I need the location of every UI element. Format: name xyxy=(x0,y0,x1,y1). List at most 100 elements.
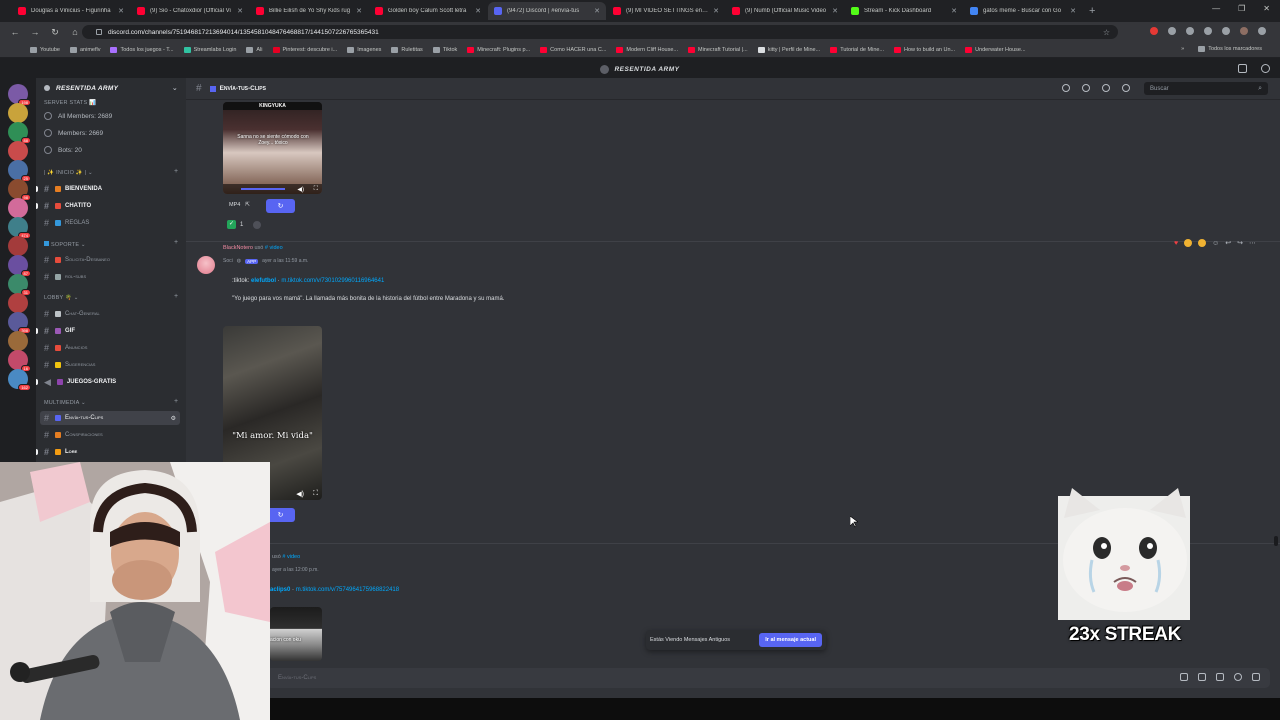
server-icon[interactable]: 162 xyxy=(8,369,31,391)
all-bookmarks-folder[interactable]: Todos los marcadores xyxy=(1198,46,1262,52)
refresh-button[interactable]: ↻ xyxy=(266,199,295,213)
more-options-icon[interactable]: ⋯ xyxy=(1249,239,1256,247)
address-bar[interactable]: discord.com/channels/751946817213694014/… xyxy=(82,25,1118,39)
tiktok-user-link[interactable]: aclips0 xyxy=(270,587,290,593)
bookmark-item[interactable]: Minecraft Tutorial |... xyxy=(687,46,748,53)
category-lobby[interactable]: LOBBY 🌴 ⌄ + xyxy=(44,293,178,301)
stat-members[interactable]: Members: 2669 xyxy=(44,129,103,137)
browser-tab[interactable]: (9) Numb (Official Music Video ✕ xyxy=(726,2,844,20)
opera-extension-icon[interactable] xyxy=(1150,27,1158,35)
bookmark-item[interactable]: Como HACER una C... xyxy=(540,46,606,53)
bookmark-item[interactable]: Ali xyxy=(246,46,263,53)
notification-bell-icon[interactable] xyxy=(1082,84,1090,92)
refresh-button[interactable]: ↻ xyxy=(266,508,295,522)
bookmark-item[interactable]: Imagenes xyxy=(347,46,381,53)
bookmark-item[interactable]: Streamlabs Login xyxy=(183,46,236,53)
browser-tab[interactable]: Douglas a Vinicius - Figurinha ✕ xyxy=(12,2,130,20)
server-header[interactable]: RESENTIDA ARMY ⌄ xyxy=(36,78,186,98)
channel-chatito[interactable]: # CHATITO xyxy=(40,199,180,213)
bookmark-item[interactable]: Todos los juegos - T... xyxy=(110,46,174,53)
author-avatar[interactable] xyxy=(197,256,215,274)
server-icon[interactable] xyxy=(8,236,28,256)
browser-tab[interactable]: Stream - Kick Dashboard ✕ xyxy=(845,2,963,20)
server-icon[interactable] xyxy=(8,103,28,123)
server-icon[interactable]: 16 xyxy=(8,350,31,372)
browser-tab[interactable]: (9) MI VIDEO SETTINGS en CS ✕ xyxy=(607,2,725,20)
forward-icon[interactable]: → xyxy=(30,27,40,37)
channel-solicita-desbaneo[interactable]: # Solicita-Desbaneo xyxy=(40,253,180,267)
gif-icon[interactable] xyxy=(1198,673,1206,681)
bookmark-item[interactable]: Modern Cliff House... xyxy=(616,46,678,53)
browser-tab[interactable]: Golden boy Calum Scott letra ✕ xyxy=(369,2,487,20)
bookmark-star-icon[interactable]: ☆ xyxy=(1103,28,1110,37)
search-input[interactable]: Buscar ⌕ xyxy=(1144,82,1268,95)
channel-bienvenida[interactable]: # BIENVENIDA xyxy=(40,182,180,196)
command-reply-line[interactable]: usó # video xyxy=(272,554,300,560)
close-tab-icon[interactable]: ✕ xyxy=(475,7,481,15)
home-icon[interactable]: ⌂ xyxy=(70,27,80,37)
emoji-reaction-icon[interactable] xyxy=(1198,239,1207,247)
bookmark-item[interactable]: Youtube xyxy=(30,46,60,53)
close-window-icon[interactable]: ✕ xyxy=(1263,4,1270,13)
channel-lore[interactable]: # Lore xyxy=(40,445,180,459)
add-channel-icon[interactable]: + xyxy=(174,398,178,405)
extension-icon[interactable] xyxy=(1168,27,1176,35)
member-list-icon[interactable] xyxy=(1122,84,1130,92)
server-icon[interactable]: 474 xyxy=(8,217,31,239)
jump-to-present-button[interactable]: Ir al mensaje actual xyxy=(759,633,822,647)
close-tab-icon[interactable]: ✕ xyxy=(1070,7,1076,15)
add-channel-icon[interactable]: + xyxy=(174,239,178,246)
server-icon[interactable]: 87 xyxy=(8,255,31,277)
server-icon[interactable] xyxy=(8,141,28,161)
profile-avatar[interactable] xyxy=(1240,27,1248,35)
mp4-open-button[interactable]: MP4 ⇱ xyxy=(229,202,250,208)
bookmark-item[interactable]: How to build an Un... xyxy=(894,46,955,53)
browser-tab[interactable]: Billie Eilish de Yo Shy Kids rug ✕ xyxy=(250,2,368,20)
reload-icon[interactable]: ↻ xyxy=(50,27,60,38)
channel-envia-tus-clips[interactable]: # Envía-tus-Clips ⚙ xyxy=(40,411,180,425)
bookmark-item[interactable]: Minecraft: Plugins p... xyxy=(467,46,530,53)
stat-bots[interactable]: Bots: 20 xyxy=(44,146,82,154)
fullscreen-icon[interactable]: ⛶ xyxy=(314,186,318,193)
close-tab-icon[interactable]: ✕ xyxy=(594,7,600,15)
channel-rol-subs[interactable]: # rol-subs xyxy=(40,270,180,284)
channel-conspiraciones[interactable]: # Conspiraciones xyxy=(40,428,180,442)
reaction-check[interactable]: ✓ 1 xyxy=(227,220,262,229)
chat-scrollbar[interactable] xyxy=(1274,536,1278,546)
reply-icon[interactable]: ↩ xyxy=(1225,239,1231,247)
extension-icon[interactable] xyxy=(1204,27,1212,35)
bookmark-item[interactable]: animeflv xyxy=(70,46,100,53)
pin-icon[interactable] xyxy=(1102,84,1110,92)
bookmark-item[interactable]: Pinterest: descubre i... xyxy=(272,46,337,53)
forward-icon[interactable]: ↪ xyxy=(1237,239,1243,247)
server-icon[interactable]: 98 xyxy=(8,179,31,201)
message-input[interactable]: Envía-tus-Clips xyxy=(266,668,1270,688)
server-icon[interactable]: 25 xyxy=(8,160,31,182)
add-channel-icon[interactable]: + xyxy=(174,168,178,175)
close-tab-icon[interactable]: ✕ xyxy=(832,7,838,15)
threads-icon[interactable] xyxy=(1062,84,1070,92)
server-icon[interactable] xyxy=(8,293,28,313)
browser-tab[interactable]: gatos meme - Buscar con Go ✕ xyxy=(964,2,1082,20)
back-icon[interactable]: ← xyxy=(10,27,20,37)
server-icon[interactable] xyxy=(8,331,28,351)
stat-all-members[interactable]: All Members: 2689 xyxy=(44,112,112,120)
new-tab-icon[interactable]: + xyxy=(1089,5,1095,17)
command-reply-line[interactable]: BlackNotero usó # video xyxy=(223,245,283,251)
channel-settings-icon[interactable]: ⚙ xyxy=(171,415,176,422)
add-reaction-icon[interactable]: ☺ xyxy=(1212,240,1219,247)
browser-tab[interactable]: (9472) Discord | #envía-tus ✕ xyxy=(488,2,606,20)
site-info-icon[interactable] xyxy=(96,29,102,35)
bookmark-item[interactable]: Tiktok xyxy=(432,46,457,53)
add-channel-icon[interactable]: + xyxy=(174,293,178,300)
category-inicio[interactable]: | ✨ INICIO ✨ | ⌄ + xyxy=(44,168,178,176)
bookmark-item[interactable]: Tutorial de Mine... xyxy=(830,46,884,53)
minimize-icon[interactable]: — xyxy=(1212,4,1220,13)
channel-gif[interactable]: # GIF xyxy=(40,324,180,338)
maximize-icon[interactable]: ❐ xyxy=(1238,4,1245,13)
category-soporte[interactable]: SOPORTE ⌄ + xyxy=(44,239,178,248)
close-tab-icon[interactable]: ✕ xyxy=(118,7,124,15)
apps-icon[interactable] xyxy=(1252,673,1260,681)
close-tab-icon[interactable]: ✕ xyxy=(951,7,957,15)
server-icon[interactable]: 31 xyxy=(8,274,31,296)
